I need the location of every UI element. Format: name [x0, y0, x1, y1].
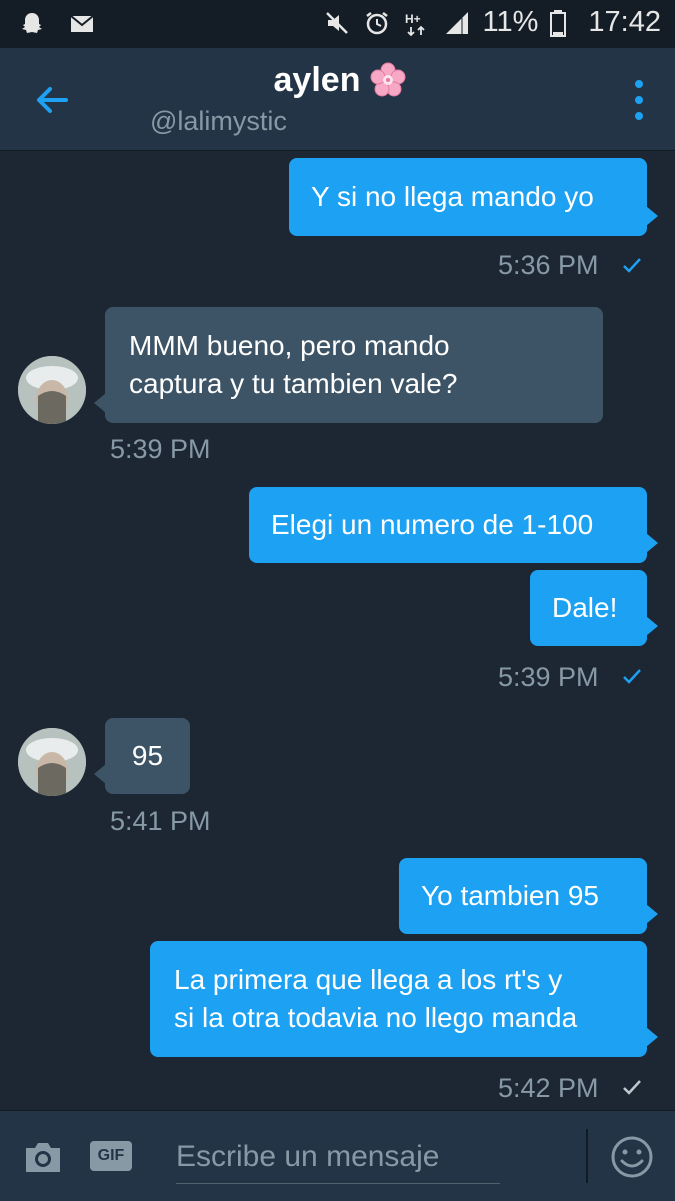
- message-bubble-outgoing[interactable]: La primera que llega a los rt's y si la …: [150, 941, 658, 1057]
- sent-check-icon: [623, 669, 641, 684]
- message-timestamp: 5:39 PM: [498, 662, 599, 692]
- message-text: Y si no llega mando yo: [311, 181, 594, 212]
- network-hplus-icon: H+: [403, 9, 431, 37]
- mute-icon: [323, 9, 351, 37]
- read-check-icon: [623, 1080, 641, 1095]
- more-vertical-icon: [635, 80, 643, 120]
- message-timestamp: 5:42 PM: [498, 1073, 599, 1103]
- message-text: Elegi un numero de 1-100: [271, 509, 594, 540]
- message-bubble-incoming[interactable]: 95: [94, 718, 190, 794]
- message-text: Dale!: [552, 592, 618, 623]
- battery-icon: [550, 9, 567, 37]
- emoji-icon[interactable]: [610, 1135, 654, 1179]
- contact-name: aylen: [273, 61, 361, 99]
- message-text: 95: [131, 740, 164, 771]
- composer-divider: [586, 1129, 588, 1183]
- camera-icon[interactable]: [22, 1139, 64, 1175]
- message-bubble-outgoing[interactable]: Y si no llega mando yo: [289, 158, 658, 236]
- status-bar: H+ 11% 17:42: [0, 0, 675, 48]
- alarm-icon: [363, 9, 391, 37]
- message-text-line: La primera que llega a los rt's y: [174, 964, 563, 995]
- message-bubble-incoming[interactable]: MMM bueno, pero mando captura y tu tambi…: [94, 307, 603, 423]
- message-bubble-outgoing[interactable]: Dale!: [530, 570, 658, 646]
- conversation-title[interactable]: aylen: [150, 60, 530, 100]
- arrow-left-icon: [37, 87, 68, 113]
- message-list[interactable]: Y si no llega mando yo 5:36 PM MMM bueno…: [0, 150, 675, 1110]
- contact-avatar[interactable]: [18, 728, 86, 796]
- cherry-blossom-icon: [370, 62, 406, 97]
- message-timestamp: 5:36 PM: [498, 250, 599, 280]
- conversation-header: aylen @lalimystic: [0, 48, 675, 151]
- gif-button[interactable]: GIF: [90, 1141, 132, 1171]
- contact-avatar[interactable]: [18, 356, 86, 424]
- more-options-button[interactable]: [633, 78, 645, 122]
- message-bubble-outgoing[interactable]: Elegi un numero de 1-100: [249, 487, 658, 563]
- message-text-line: si la otra todavia no llego manda: [174, 1002, 578, 1033]
- message-text: Yo tambien 95: [421, 880, 599, 911]
- battery-percent: 11%: [482, 6, 539, 38]
- message-composer: GIF: [0, 1110, 675, 1201]
- sent-check-icon: [623, 258, 641, 273]
- message-text-line: MMM bueno, pero mando: [129, 330, 450, 361]
- message-input[interactable]: [176, 1131, 500, 1184]
- message-bubble-outgoing[interactable]: Yo tambien 95: [399, 858, 658, 934]
- message-text-line: captura y tu tambien vale?: [129, 368, 458, 399]
- back-button[interactable]: [32, 80, 72, 120]
- clock: 17:42: [588, 6, 661, 38]
- svg-text:H+: H+: [405, 12, 421, 26]
- mail-icon: [68, 10, 96, 38]
- message-timestamp: 5:41 PM: [110, 806, 211, 836]
- contact-handle: @lalimystic: [150, 106, 287, 136]
- signal-icon: [443, 9, 471, 37]
- snapchat-icon: [18, 10, 46, 38]
- message-timestamp: 5:39 PM: [110, 434, 211, 464]
